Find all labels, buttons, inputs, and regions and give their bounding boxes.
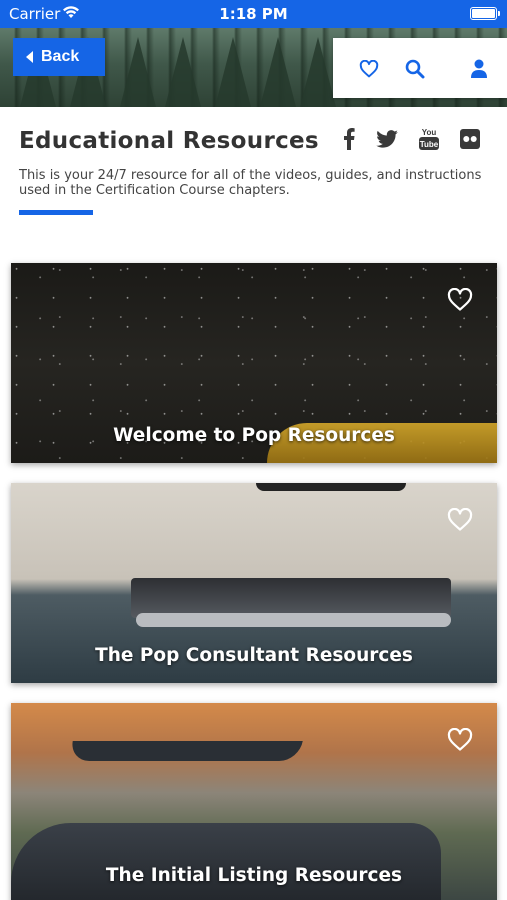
twitter-icon[interactable]	[376, 127, 398, 151]
youtube-icon[interactable]: You Tube	[418, 127, 440, 151]
title-accent-bar	[19, 210, 93, 215]
card-image-pontoon	[136, 613, 451, 627]
svg-text:You: You	[422, 128, 437, 137]
card-image-canopy	[256, 483, 406, 491]
battery-icon	[470, 7, 500, 20]
card-image-boat	[131, 578, 451, 618]
back-arrow-icon	[26, 51, 33, 63]
favorite-heart-icon[interactable]	[447, 728, 473, 752]
tree-shape	[260, 37, 296, 107]
page-title: Educational Resources	[19, 128, 319, 154]
search-icon[interactable]	[403, 57, 427, 81]
tree-shape	[120, 37, 156, 107]
user-icon[interactable]	[467, 57, 491, 81]
resource-card-initial-listing[interactable]: The Initial Listing Resources	[11, 703, 497, 900]
favorite-heart-icon[interactable]	[447, 288, 473, 312]
card-image-boat	[11, 823, 441, 900]
resource-card-consultant[interactable]: The Pop Consultant Resources	[11, 483, 497, 683]
top-actions-bar	[333, 38, 507, 98]
clock: 1:18 PM	[219, 5, 288, 23]
card-image-boat-top	[69, 741, 303, 761]
heart-icon[interactable]	[357, 57, 381, 81]
card-title: Welcome to Pop Resources	[113, 425, 395, 446]
status-bar: Carrier 1:18 PM	[0, 0, 507, 28]
favorite-heart-icon[interactable]	[447, 508, 473, 532]
back-button[interactable]: Back	[13, 38, 105, 76]
facebook-icon[interactable]	[338, 127, 360, 151]
tree-shape	[215, 37, 251, 107]
card-title: The Initial Listing Resources	[105, 865, 403, 886]
flickr-icon[interactable]	[459, 127, 481, 151]
card-title: The Pop Consultant Resources	[95, 645, 413, 666]
tree-shape	[300, 37, 336, 107]
tree-shape	[165, 37, 201, 107]
back-button-label: Back	[41, 48, 80, 65]
resource-card-welcome[interactable]: Welcome to Pop Resources	[11, 263, 497, 463]
page-description: This is your 24/7 resource for all of th…	[19, 168, 482, 198]
svg-text:Tube: Tube	[420, 140, 439, 149]
